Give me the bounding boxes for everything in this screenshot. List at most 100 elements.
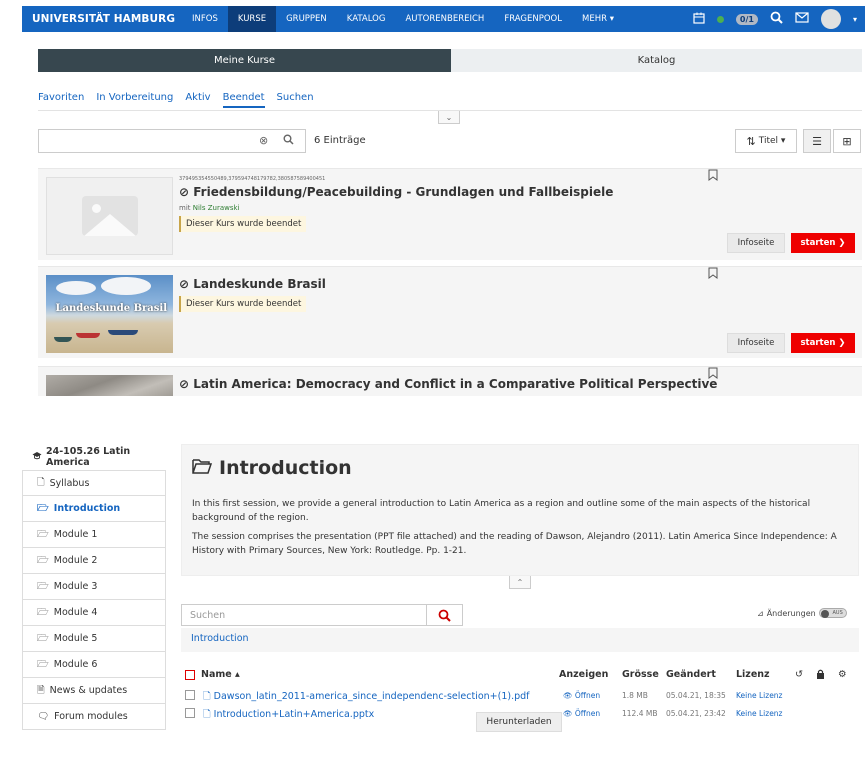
sidebar-item-module-3[interactable]: 🗁 Module 3 [22, 574, 166, 600]
file-search-input[interactable]: Suchen [181, 604, 463, 626]
col-size[interactable]: Grösse [622, 669, 659, 680]
brand-logo[interactable]: UNIVERSITÄT HAMBURG [22, 13, 182, 25]
folder-open-icon: 🗁 [37, 554, 49, 566]
sidebar-item-module-2[interactable]: 🗁 Module 2 [22, 548, 166, 574]
chevron-down-icon[interactable]: ▾ [853, 15, 857, 24]
download-button[interactable]: Herunterladen [476, 712, 562, 732]
bookmark-icon[interactable] [708, 267, 718, 282]
license-link[interactable]: Keine Lizenz [736, 709, 783, 718]
info-page-button[interactable]: Infoseite [727, 233, 785, 253]
start-button[interactable]: starten ❯ [791, 333, 855, 353]
mode-tabs: Meine Kurse Katalog [38, 49, 862, 72]
avatar[interactable] [820, 9, 841, 29]
table-row[interactable]: 🗋 Dawson_latin_2011-america_since_indepe… [181, 686, 859, 704]
pdf-icon: 🗋 [203, 691, 211, 702]
tab-favoriten[interactable]: Favoriten [38, 92, 84, 108]
file-name-link[interactable]: 🗋 Introduction+Latin+America.pptx [203, 707, 374, 723]
nav-katalog[interactable]: KATALOG [337, 6, 396, 32]
calendar-icon[interactable] [693, 12, 705, 27]
course-thumbnail-placeholder[interactable] [46, 177, 173, 255]
notification-badge[interactable]: 0/1 [735, 13, 758, 25]
sidebar-item-module-6[interactable]: 🗁 Module 6 [22, 652, 166, 678]
page-title-text: Introduction [219, 457, 352, 479]
folder-open-icon: 🗁 [37, 502, 49, 514]
course-card[interactable]: 379495354550489,379594748179782,38058758… [38, 168, 862, 260]
search-icon[interactable] [770, 11, 783, 27]
nav-mehr[interactable]: MEHR ▾ [572, 6, 624, 32]
bookmark-icon[interactable] [708, 367, 718, 382]
bookmark-icon[interactable] [708, 169, 718, 184]
row-checkbox[interactable] [185, 708, 195, 721]
file-name-link[interactable]: 🗋 Dawson_latin_2011-america_since_indepe… [203, 689, 530, 705]
course-sidebar-title[interactable]: 24-105.26 Latin America [22, 444, 166, 470]
pptx-icon: 🗋 [203, 709, 211, 720]
course-title[interactable]: ⊘ Friedensbildung/Peacebuilding - Grundl… [179, 185, 613, 199]
history-icon[interactable]: ↺ [795, 669, 803, 680]
info-page-button[interactable]: Infoseite [727, 333, 785, 353]
nav-autorenbereich[interactable]: AUTORENBEREICH [395, 6, 494, 32]
course-thumbnail[interactable]: Landeskunde Brasil [46, 275, 173, 353]
sidebar-item-module-1[interactable]: 🗁 Module 1 [22, 522, 166, 548]
course-card[interactable]: Landeskunde Brasil ⊘ Landeskunde Brasil … [38, 266, 862, 358]
online-status-icon [716, 15, 724, 23]
sidebar-item-introduction[interactable]: 🗁 Introduction [22, 496, 166, 522]
select-all-checkbox[interactable] [185, 670, 195, 683]
collapse-toggle[interactable]: ⌃ [509, 576, 531, 589]
toggle-label: AUS [832, 610, 843, 616]
folder-open-icon: 🗁 [37, 658, 49, 670]
course-title[interactable]: ⊘ Landeskunde Brasil [179, 277, 326, 291]
tab-in-vorbereitung[interactable]: In Vorbereitung [96, 92, 173, 108]
nav-fragenpool[interactable]: FRAGENPOOL [494, 6, 572, 32]
tab-katalog[interactable]: Katalog [451, 49, 862, 72]
tab-suchen[interactable]: Suchen [277, 92, 314, 108]
status-badge: Dieser Kurs wurde beendet [179, 296, 307, 312]
status-badge: Dieser Kurs wurde beendet [179, 216, 307, 232]
collapse-toggle[interactable]: ⌄ [438, 111, 460, 124]
sidebar-item-module-4[interactable]: 🗁 Module 4 [22, 600, 166, 626]
license-link[interactable]: Keine Lizenz [736, 691, 783, 700]
search-button[interactable] [426, 605, 462, 625]
col-changed[interactable]: Geändert [666, 669, 716, 680]
thumbnail-title: Landeskunde Brasil [55, 303, 168, 314]
row-checkbox[interactable] [185, 690, 195, 703]
course-card[interactable]: ⊘ Latin America: Democracy and Conflict … [38, 366, 862, 396]
course-title[interactable]: ⊘ Latin America: Democracy and Conflict … [179, 377, 717, 391]
chevron-down-icon: ⌄ [445, 112, 453, 122]
search-icon[interactable] [283, 134, 294, 148]
content-panel: Introduction In this first session, we p… [181, 444, 859, 576]
course-title-label: 24-105.26 Latin America [46, 446, 131, 468]
sort-button[interactable]: ⇅ Titel ▾ [735, 129, 797, 153]
folder-open-icon [192, 457, 213, 479]
grid-view-button[interactable]: ⊞ [833, 129, 861, 153]
nav-infos[interactable]: INFOS [182, 6, 228, 32]
breadcrumb[interactable]: Introduction [181, 628, 859, 652]
gear-icon[interactable]: ⚙ [838, 669, 847, 680]
list-view-button[interactable]: ☰ [803, 129, 831, 153]
nav-kurse[interactable]: KURSE [227, 6, 277, 32]
tab-aktiv[interactable]: Aktiv [185, 92, 210, 108]
nav-gruppen[interactable]: GRUPPEN [276, 6, 337, 32]
tab-beendet[interactable]: Beendet [222, 92, 265, 108]
sidebar-item-label: Module 5 [53, 633, 98, 644]
col-license[interactable]: Lizenz [736, 669, 770, 680]
clear-icon[interactable]: ⊗ [259, 134, 268, 147]
tab-meine-kurse[interactable]: Meine Kurse [38, 49, 451, 72]
open-link[interactable]: 👁 Öffnen [563, 709, 600, 718]
start-button[interactable]: starten ❯ [791, 233, 855, 253]
col-show[interactable]: Anzeigen [559, 669, 608, 680]
sidebar-item-syllabus[interactable]: 🗋 Syllabus [22, 470, 166, 496]
instructor-name[interactable]: Nils Zurawski [193, 204, 240, 212]
course-search-input[interactable]: ⊗ [38, 129, 306, 153]
sidebar-item-forum[interactable]: 🗨 Forum modules [22, 704, 166, 730]
sort-icon: ⇅ [746, 134, 756, 148]
folder-open-icon: 🗁 [37, 528, 49, 540]
open-link[interactable]: 👁 Öffnen [563, 691, 600, 700]
sidebar-item-module-5[interactable]: 🗁 Module 5 [22, 626, 166, 652]
sidebar-item-label: Module 1 [53, 529, 98, 540]
col-name[interactable]: Name ▴ [201, 669, 240, 680]
course-thumbnail[interactable] [46, 375, 173, 396]
lock-icon[interactable] [816, 669, 825, 682]
sidebar-item-news[interactable]: 🗎 News & updates [22, 678, 166, 704]
mail-icon[interactable] [795, 12, 809, 26]
changes-toggle[interactable]: AUS [818, 608, 847, 618]
